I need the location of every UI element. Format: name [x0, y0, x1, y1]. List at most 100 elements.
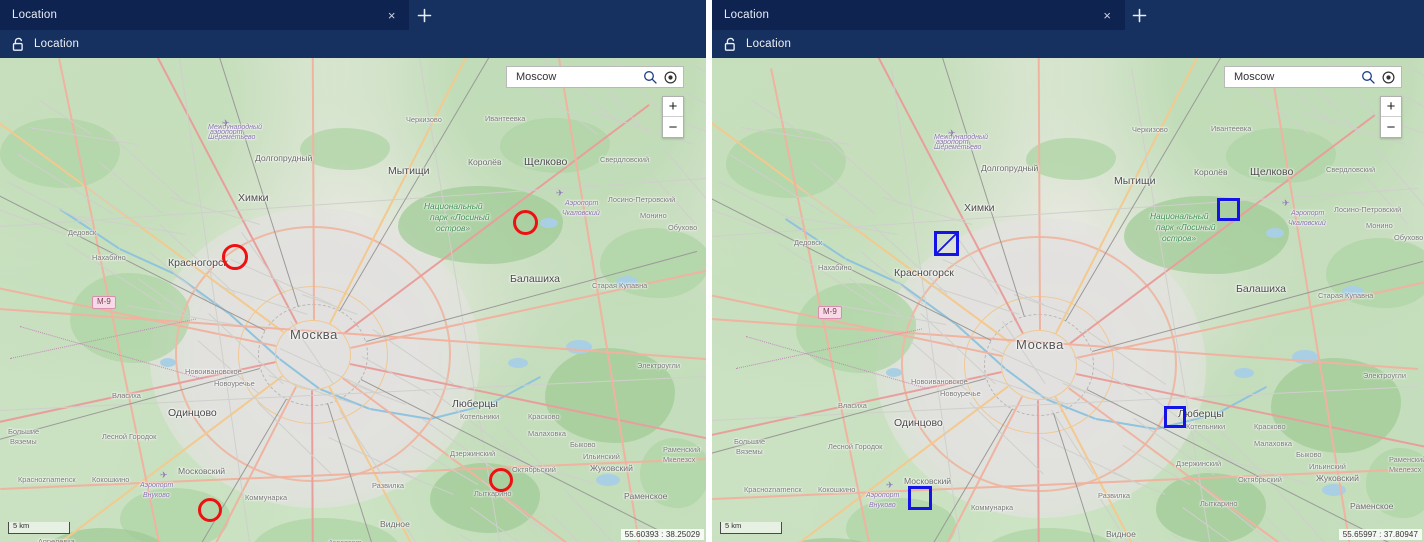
map-label: Новоуречье — [214, 379, 255, 388]
park-label: остров» — [1162, 233, 1197, 243]
marker-red-circle[interactable] — [222, 244, 248, 270]
capital-label: Москва — [1016, 337, 1064, 352]
titlebar-right: Location × — [712, 0, 1424, 30]
tab-label: Location — [12, 9, 58, 21]
highway-shield: M-9 — [92, 296, 116, 309]
new-tab-button[interactable] — [409, 0, 439, 30]
zoom-controls-right[interactable]: + − — [1380, 96, 1402, 138]
map-label: Раменское — [624, 491, 668, 501]
marker-red-circle[interactable] — [489, 468, 513, 492]
capital-label: Москва — [290, 327, 338, 342]
map-label: Апрелевка — [38, 537, 75, 542]
forest-area — [1124, 196, 1289, 274]
map-label: Нахабино — [92, 253, 126, 262]
water-body — [540, 218, 558, 228]
marker-red-circle[interactable] — [198, 498, 222, 522]
map-label: Химки — [238, 192, 269, 204]
water-body — [1266, 228, 1284, 238]
map-label: Власиха — [112, 391, 141, 400]
zoom-out-button[interactable]: − — [663, 117, 683, 137]
map-label: Мкелезсх — [1389, 465, 1422, 474]
map-label: Аэропорт — [565, 200, 599, 207]
map-label: Красково — [1254, 422, 1286, 431]
map-label: Развилка — [1098, 491, 1130, 500]
search-icon[interactable] — [1361, 70, 1375, 84]
plus-icon — [417, 8, 432, 22]
map-label: аэропорт — [936, 139, 969, 146]
tab-label: Location — [724, 9, 770, 21]
map-label: Лесной Городок — [828, 442, 883, 451]
map-label: Королёв — [1194, 167, 1228, 177]
map-label: Большие — [734, 437, 766, 446]
unlock-icon[interactable] — [724, 37, 737, 52]
map-label: Долгопрудный — [255, 153, 313, 163]
map-label: Раменское — [1350, 501, 1394, 511]
map-label: Дедовск — [794, 238, 823, 247]
map-label: Видное — [1106, 529, 1136, 539]
map-viewport-right[interactable]: Долгопрудный Химки Мытищи Королёв Щелково Чер… — [712, 58, 1424, 542]
zoom-in-button[interactable]: + — [1381, 97, 1401, 117]
map-label: Октябрьский — [512, 465, 556, 474]
marker-blue-square[interactable] — [934, 231, 959, 256]
map-label: Кокошкино — [818, 485, 856, 494]
map-label: Вяземы — [10, 437, 37, 446]
tab-location-right[interactable]: Location × — [712, 0, 1125, 30]
map-label: Чкаловский — [562, 210, 600, 217]
map-label: Видное — [380, 519, 410, 529]
tab-location-left[interactable]: Location × — [0, 0, 410, 30]
close-icon[interactable]: × — [382, 9, 402, 22]
map-label: Новоуречье — [940, 389, 981, 398]
unlock-icon[interactable] — [12, 37, 25, 52]
zoom-controls-left[interactable]: + − — [662, 96, 684, 138]
map-label: Свердловский — [1326, 165, 1376, 174]
zoom-in-button[interactable]: + — [663, 97, 683, 117]
locate-icon[interactable] — [664, 70, 677, 84]
map-label: Старая Купавна — [592, 281, 648, 290]
map-label: Быково — [570, 440, 596, 449]
map-label: Ивантеевка — [485, 114, 526, 123]
search-box-right[interactable] — [1224, 66, 1402, 88]
map-label: Балашиха — [510, 273, 560, 285]
park-label: парк «Лосиный — [1156, 222, 1216, 232]
map-label: Люберцы — [452, 398, 498, 410]
marker-blue-square[interactable] — [1217, 198, 1240, 221]
marker-blue-square[interactable] — [908, 486, 932, 510]
map-label: Химки — [964, 202, 995, 214]
airport-icon: ✈ — [948, 128, 956, 138]
airport-icon: ✈ — [160, 470, 168, 480]
search-icon[interactable] — [643, 70, 657, 84]
scale-label: 5 km — [725, 521, 742, 530]
map-label: Мытищи — [1114, 175, 1156, 187]
highway-shield: M-9 — [818, 306, 842, 319]
new-tab-button[interactable] — [1125, 0, 1155, 30]
zoom-out-button[interactable]: − — [1381, 117, 1401, 137]
map-label: Дзержинский — [1176, 459, 1222, 468]
marker-red-circle[interactable] — [513, 210, 538, 235]
search-input-right[interactable] — [1234, 71, 1354, 83]
map-label: Красноznamenск — [18, 475, 76, 484]
map-label: Московский — [904, 476, 952, 486]
map-canvas-right: Долгопрудный Химки Мытищи Королёв Щелково Чер… — [712, 58, 1424, 542]
map-label: Одинцово — [894, 417, 943, 429]
search-input-left[interactable] — [516, 71, 636, 83]
map-label: Монино — [1366, 221, 1393, 230]
map-label: Нахабино — [818, 263, 852, 272]
map-label: Котельники — [1186, 422, 1226, 431]
map-label: Ивантеевка — [1211, 124, 1252, 133]
park-label: остров» — [436, 223, 471, 233]
map-label: Красноznamenск — [744, 485, 802, 494]
map-label: Внуково — [869, 502, 896, 509]
marker-blue-square[interactable] — [1164, 406, 1186, 428]
map-label: Черкизово — [1132, 125, 1168, 134]
toolbar-label: Location — [746, 38, 792, 50]
close-icon[interactable]: × — [1097, 9, 1117, 22]
map-label: Балашиха — [1236, 283, 1286, 295]
water-body — [1234, 368, 1254, 378]
search-box-left[interactable] — [506, 66, 684, 88]
locate-icon[interactable] — [1382, 70, 1395, 84]
map-label: Лосино-Петровский — [1334, 205, 1402, 214]
map-label: Долгопрудный — [981, 163, 1039, 173]
map-viewport-left[interactable]: Долгопрудный Химки Мытищи Королёв Щелково Чер… — [0, 58, 706, 542]
water-body — [508, 358, 528, 368]
map-label: Красково — [528, 412, 560, 421]
